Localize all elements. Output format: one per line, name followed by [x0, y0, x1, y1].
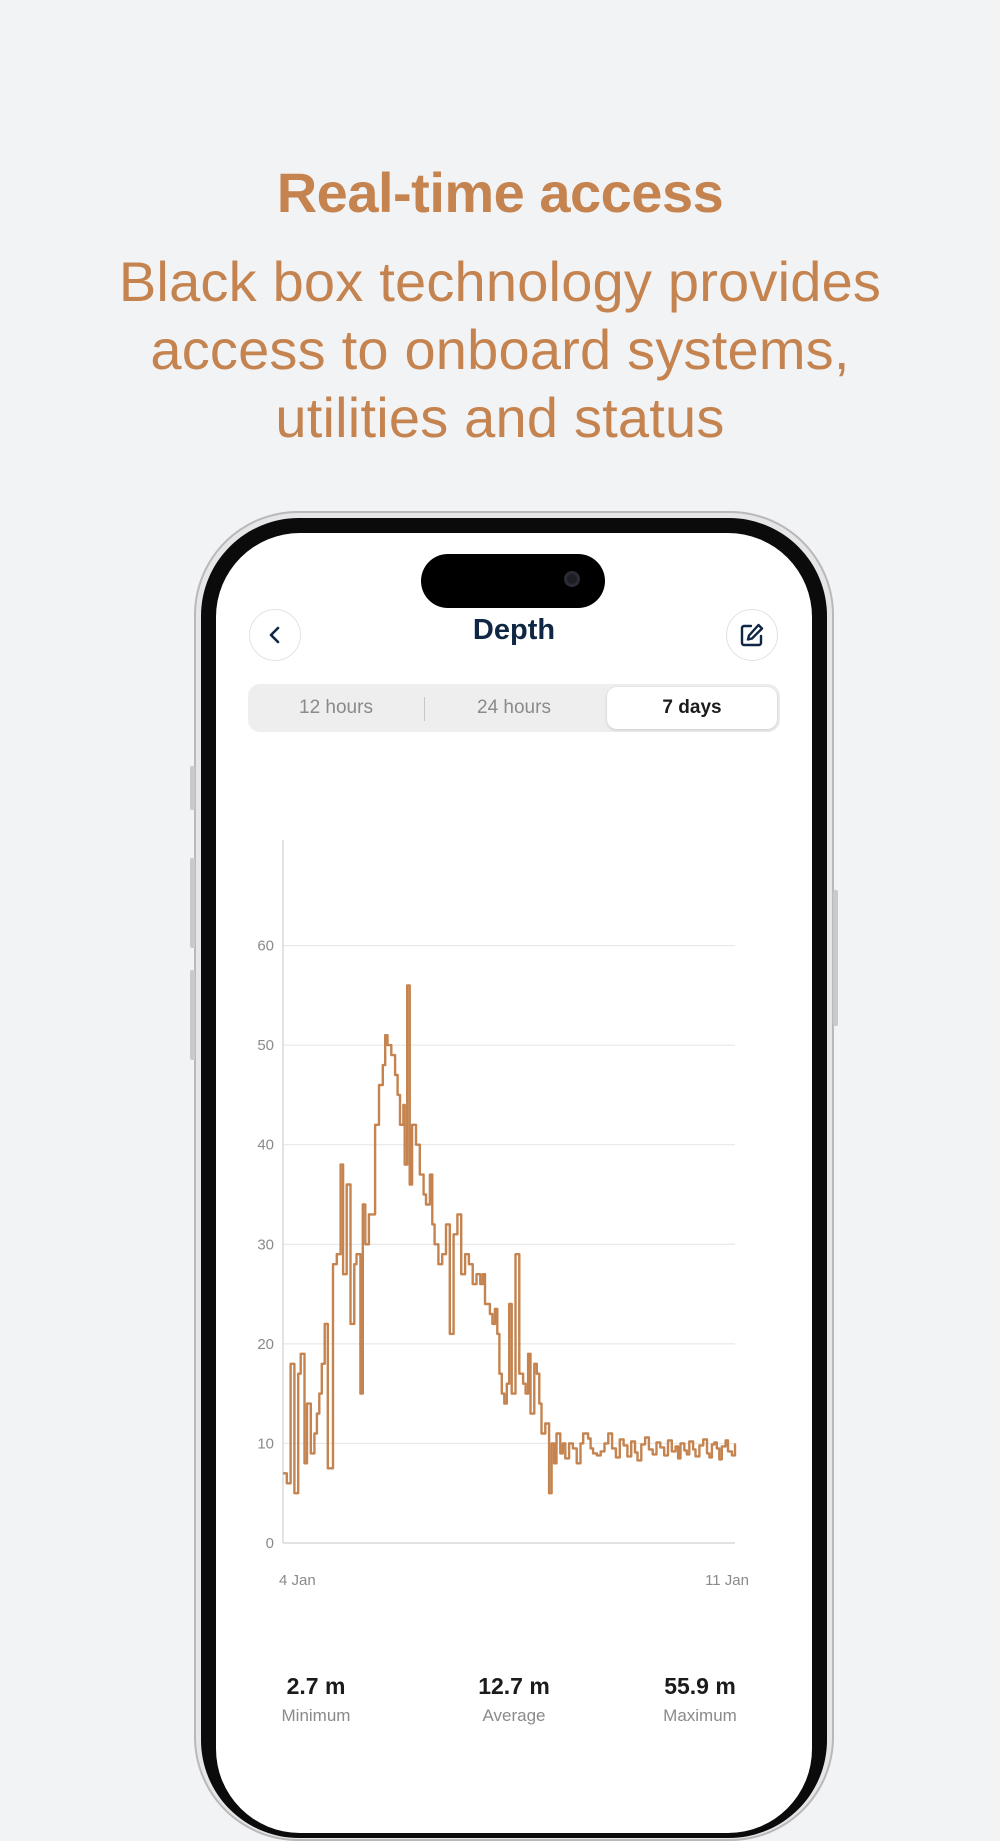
stat-average-value: 12.7 m: [478, 1673, 550, 1699]
x-tick-label: 4 Jan: [279, 1572, 316, 1589]
phone-action-button: [190, 766, 195, 810]
y-tick-label: 10: [257, 1435, 274, 1452]
x-tick-label: 11 Jan: [705, 1572, 749, 1589]
y-tick-label: 40: [257, 1137, 274, 1154]
stat-average: 12.7 m Average: [434, 1673, 594, 1726]
phone-volume-up-button: [190, 858, 195, 948]
headline: Real-time access: [276, 161, 724, 224]
stat-maximum-value: 55.9 m: [664, 1673, 736, 1699]
stat-average-label: Average: [482, 1706, 546, 1725]
subhead: Black box technology provides access to …: [118, 250, 882, 449]
tab-divider: [424, 697, 425, 721]
back-button[interactable]: [249, 609, 301, 661]
chevron-left-icon: [269, 626, 280, 644]
page-title: Depth: [472, 614, 556, 646]
phone-volume-down-button: [190, 970, 195, 1060]
depth-series-line: [283, 984, 737, 1495]
y-tick-label: 50: [257, 1037, 274, 1054]
tab-24-hours[interactable]: 24 hours: [426, 684, 602, 732]
camera-icon: [564, 571, 580, 587]
y-tick-label: 30: [257, 1236, 274, 1253]
y-tick-label: 0: [266, 1535, 274, 1552]
tab-12-hours[interactable]: 12 hours: [248, 684, 424, 732]
time-range-segmented-control: 12 hours 24 hours 7 days: [248, 684, 780, 732]
stat-minimum: 2.7 m Minimum: [236, 1673, 396, 1726]
tab-7-days[interactable]: 7 days: [607, 687, 777, 729]
phone-power-button: [833, 890, 838, 1026]
edit-icon: [740, 623, 764, 647]
edit-button[interactable]: [726, 609, 778, 661]
y-tick-label: 60: [257, 938, 274, 955]
stat-minimum-value: 2.7 m: [286, 1673, 346, 1699]
stat-maximum-label: Maximum: [663, 1706, 737, 1725]
stat-minimum-label: Minimum: [281, 1706, 351, 1725]
depth-chart: 0 10 20 30 40 50 60 4 Jan 11 Jan: [257, 840, 749, 1589]
y-tick-label: 20: [257, 1336, 274, 1353]
stat-maximum: 55.9 m Maximum: [620, 1673, 780, 1726]
